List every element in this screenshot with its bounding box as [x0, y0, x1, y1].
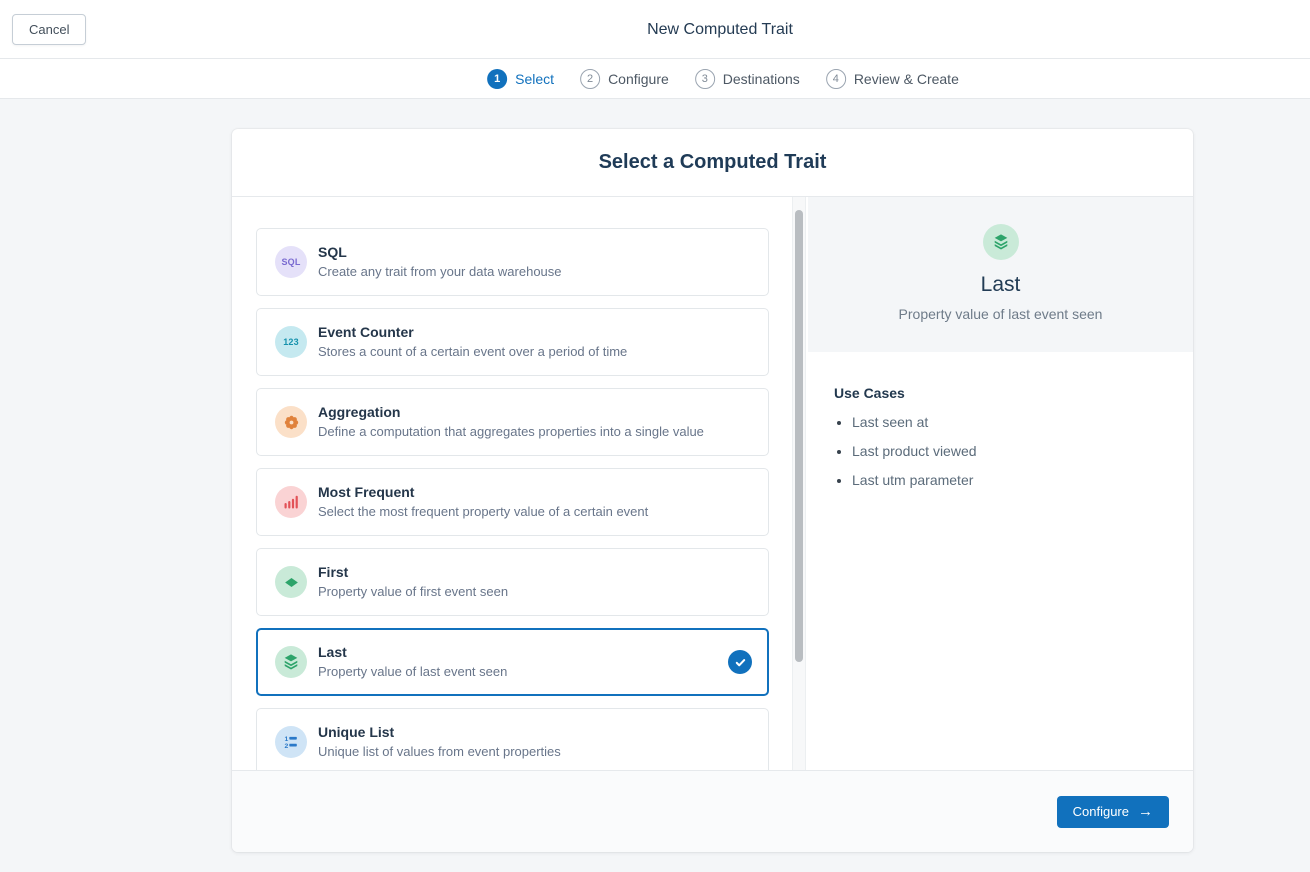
use-cases-list: Last seen at Last product viewed Last utm …: [852, 414, 1173, 488]
trait-item-last[interactable]: Last Property value of last event seen: [256, 628, 769, 696]
ordered-list-icon: 1 2: [275, 726, 307, 758]
stepper: 1 Select 2 Configure 3 Destinations 4 Re…: [487, 59, 959, 98]
step-number-badge: 3: [695, 69, 715, 89]
detail-panel-header: Last Property value of last event seen: [808, 197, 1193, 352]
card-header: Select a Computed Trait: [232, 129, 1193, 197]
detail-subtitle: Property value of last event seen: [899, 306, 1103, 322]
step-number-badge: 4: [826, 69, 846, 89]
trait-item-aggregation[interactable]: Aggregation Define a computation that ag…: [256, 388, 769, 456]
trait-description: Define a computation that aggregates pro…: [318, 424, 704, 440]
trait-title: Last: [318, 644, 507, 661]
sql-badge-icon: SQL: [275, 246, 307, 278]
scrollbar-thumb[interactable]: [795, 210, 803, 662]
trait-description: Stores a count of a certain event over a…: [318, 344, 627, 360]
step-review-create[interactable]: 4 Review & Create: [826, 69, 959, 89]
number-badge-icon: 123: [275, 326, 307, 358]
bar-chart-icon: [275, 486, 307, 518]
trait-item-first[interactable]: First Property value of first event seen: [256, 548, 769, 616]
trait-title: SQL: [318, 244, 562, 261]
diamond-icon: [275, 566, 307, 598]
page-title: New Computed Trait: [647, 0, 793, 59]
use-cases-heading: Use Cases: [834, 385, 1173, 401]
step-configure[interactable]: 2 Configure: [580, 69, 669, 89]
trait-description: Create any trait from your data warehous…: [318, 264, 562, 280]
use-case-item: Last seen at: [852, 414, 1173, 430]
use-case-item: Last utm parameter: [852, 472, 1173, 488]
trait-item-unique-list[interactable]: 1 2 Unique List Unique list of values fr…: [256, 708, 769, 770]
step-label: Select: [515, 71, 554, 87]
step-label: Destinations: [723, 71, 800, 87]
card-footer: Configure →: [232, 770, 1193, 852]
trait-description: Property value of first event seen: [318, 584, 508, 600]
select-trait-card: Select a Computed Trait SQL SQL Create a…: [232, 129, 1193, 852]
step-label: Review & Create: [854, 71, 959, 87]
selected-check-icon: [728, 650, 752, 674]
step-label: Configure: [608, 71, 669, 87]
trait-detail-panel: Last Property value of last event seen U…: [808, 197, 1193, 770]
card-body: SQL SQL Create any trait from your data …: [232, 197, 1193, 770]
aggregation-gear-icon: [275, 406, 307, 438]
trait-list: SQL SQL Create any trait from your data …: [232, 197, 792, 770]
trait-description: Select the most frequent property value …: [318, 504, 648, 520]
trait-description: Property value of last event seen: [318, 664, 507, 680]
configure-button-label: Configure: [1073, 804, 1129, 819]
step-number-badge: 2: [580, 69, 600, 89]
card-title: Select a Computed Trait: [599, 151, 827, 174]
trait-title: Most Frequent: [318, 484, 648, 501]
detail-title: Last: [981, 273, 1021, 297]
cancel-button[interactable]: Cancel: [12, 14, 86, 45]
trait-title: Aggregation: [318, 404, 704, 421]
trait-title: Event Counter: [318, 324, 627, 341]
trait-description: Unique list of values from event propert…: [318, 744, 561, 760]
trait-item-event-counter[interactable]: 123 Event Counter Stores a count of a ce…: [256, 308, 769, 376]
stepper-bar: 1 Select 2 Configure 3 Destinations 4 Re…: [0, 59, 1310, 99]
trait-item-sql[interactable]: SQL SQL Create any trait from your data …: [256, 228, 769, 296]
use-case-item: Last product viewed: [852, 443, 1173, 459]
step-number-badge: 1: [487, 69, 507, 89]
layers-icon: [983, 224, 1019, 260]
arrow-right-icon: →: [1138, 804, 1153, 819]
step-destinations[interactable]: 3 Destinations: [695, 69, 800, 89]
configure-button[interactable]: Configure →: [1057, 796, 1169, 828]
top-header-bar: Cancel New Computed Trait: [0, 0, 1310, 59]
trait-title: First: [318, 564, 508, 581]
trait-title: Unique List: [318, 724, 561, 741]
list-scrollbar[interactable]: [792, 197, 806, 770]
trait-item-most-frequent[interactable]: Most Frequent Select the most frequent p…: [256, 468, 769, 536]
step-select[interactable]: 1 Select: [487, 69, 554, 89]
detail-panel-body: Use Cases Last seen at Last product viewe…: [808, 352, 1193, 488]
svg-text:2: 2: [285, 743, 289, 750]
layers-icon: [275, 646, 307, 678]
